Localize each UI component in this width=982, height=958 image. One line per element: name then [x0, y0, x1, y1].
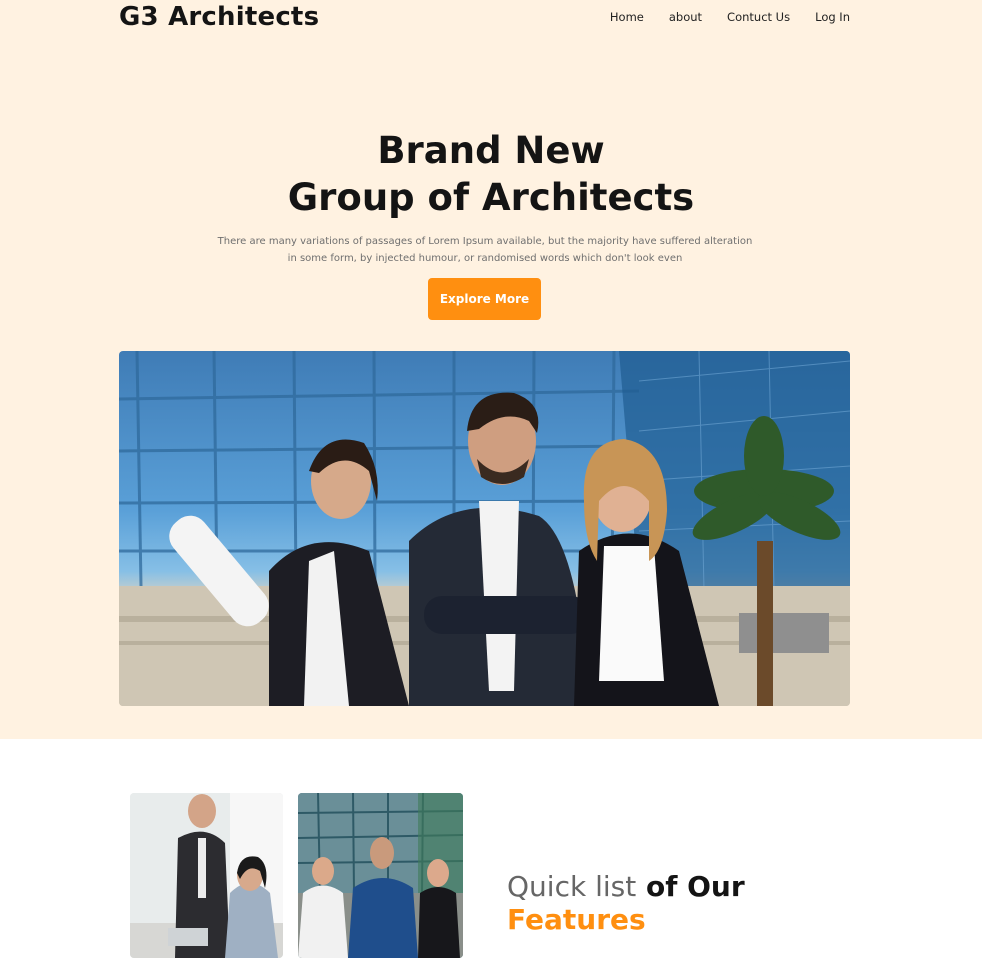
team-building-photo — [298, 793, 463, 958]
nav-home[interactable]: Home — [610, 9, 644, 25]
features-heading-light: Quick list — [507, 870, 637, 903]
hero-title-line1: Brand New — [377, 129, 605, 172]
nav-contact[interactable]: Contuct Us — [727, 9, 790, 25]
hero-team-photo — [119, 351, 850, 706]
brand-logo[interactable]: G3 Architects — [119, 0, 319, 34]
features-heading-accent: Features — [507, 903, 646, 936]
meeting-photo — [130, 793, 283, 958]
hero-title-line2: Group of Architects — [287, 176, 695, 219]
hero-title: Brand New Group of Architects — [0, 127, 982, 221]
hero-subtitle: There are many variations of passages of… — [217, 236, 753, 264]
nav-login[interactable]: Log In — [815, 9, 850, 25]
features-heading-dark: of Our — [645, 870, 745, 903]
hero-section: G3 Architects Home about Contuct Us Log … — [0, 0, 982, 739]
main-nav: Home about Contuct Us Log In — [585, 9, 850, 25]
explore-more-button[interactable]: Explore More — [428, 278, 541, 320]
features-heading: Quick list of Our Features — [507, 870, 745, 936]
nav-about[interactable]: about — [669, 9, 702, 25]
